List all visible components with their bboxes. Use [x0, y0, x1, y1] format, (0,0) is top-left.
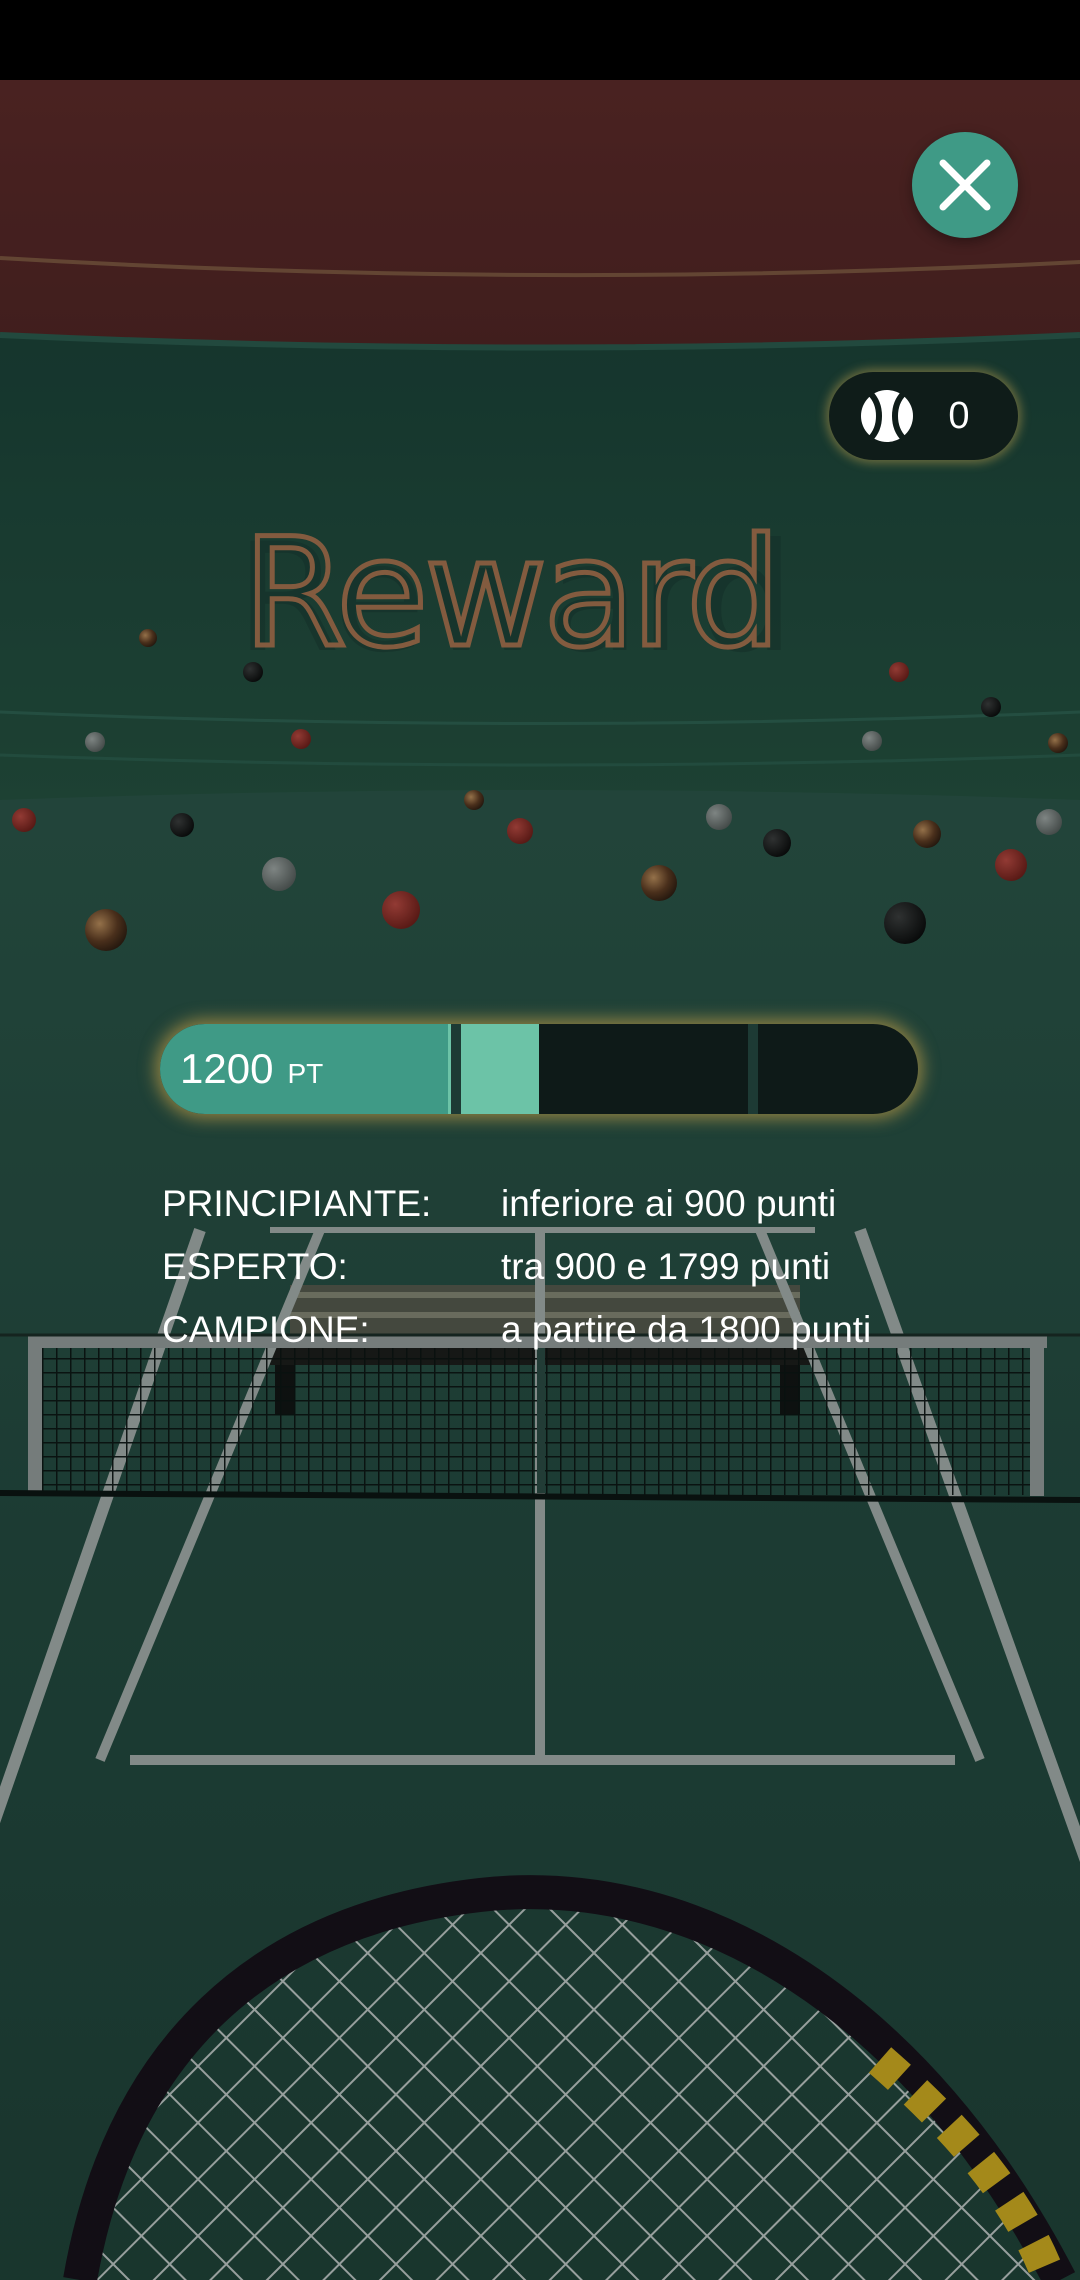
level-name: PRINCIPIANTE: [162, 1183, 432, 1224]
level-row: CAMPIONE: a partire da 1800 punti [162, 1298, 1002, 1361]
level-name: ESPERTO: [162, 1246, 348, 1287]
level-description: inferiore ai 900 punti [501, 1183, 837, 1224]
hud-overlay: 0 1200 PT PRINCIPIANTE: inferiore ai 900 … [0, 0, 1080, 2280]
progress-fill-highlight [448, 1024, 539, 1114]
level-name: CAMPIONE: [162, 1309, 370, 1350]
tennis-ball-icon [861, 390, 913, 442]
points-label: 1200 PT [180, 1024, 323, 1114]
points-value: 1200 [180, 1045, 274, 1092]
points-progress-bar: 1200 PT [160, 1024, 918, 1114]
close-button[interactable] [912, 132, 1018, 238]
ball-counter: 0 [829, 372, 1018, 460]
level-row: PRINCIPIANTE: inferiore ai 900 punti [162, 1172, 1002, 1235]
level-row: ESPERTO: tra 900 e 1799 punti [162, 1235, 1002, 1298]
points-unit: PT [287, 1058, 324, 1089]
ball-count: 0 [948, 395, 970, 437]
close-icon [939, 159, 991, 211]
level-divider [451, 1024, 461, 1114]
level-divider [748, 1024, 758, 1114]
level-description: a partire da 1800 punti [501, 1309, 872, 1350]
reward-screen: Reward Reward 0 1200 PT PRINCIPIANTE: in… [0, 0, 1080, 2280]
levels-list: PRINCIPIANTE: inferiore ai 900 punti ESP… [162, 1172, 1002, 1361]
level-description: tra 900 e 1799 punti [501, 1246, 831, 1287]
